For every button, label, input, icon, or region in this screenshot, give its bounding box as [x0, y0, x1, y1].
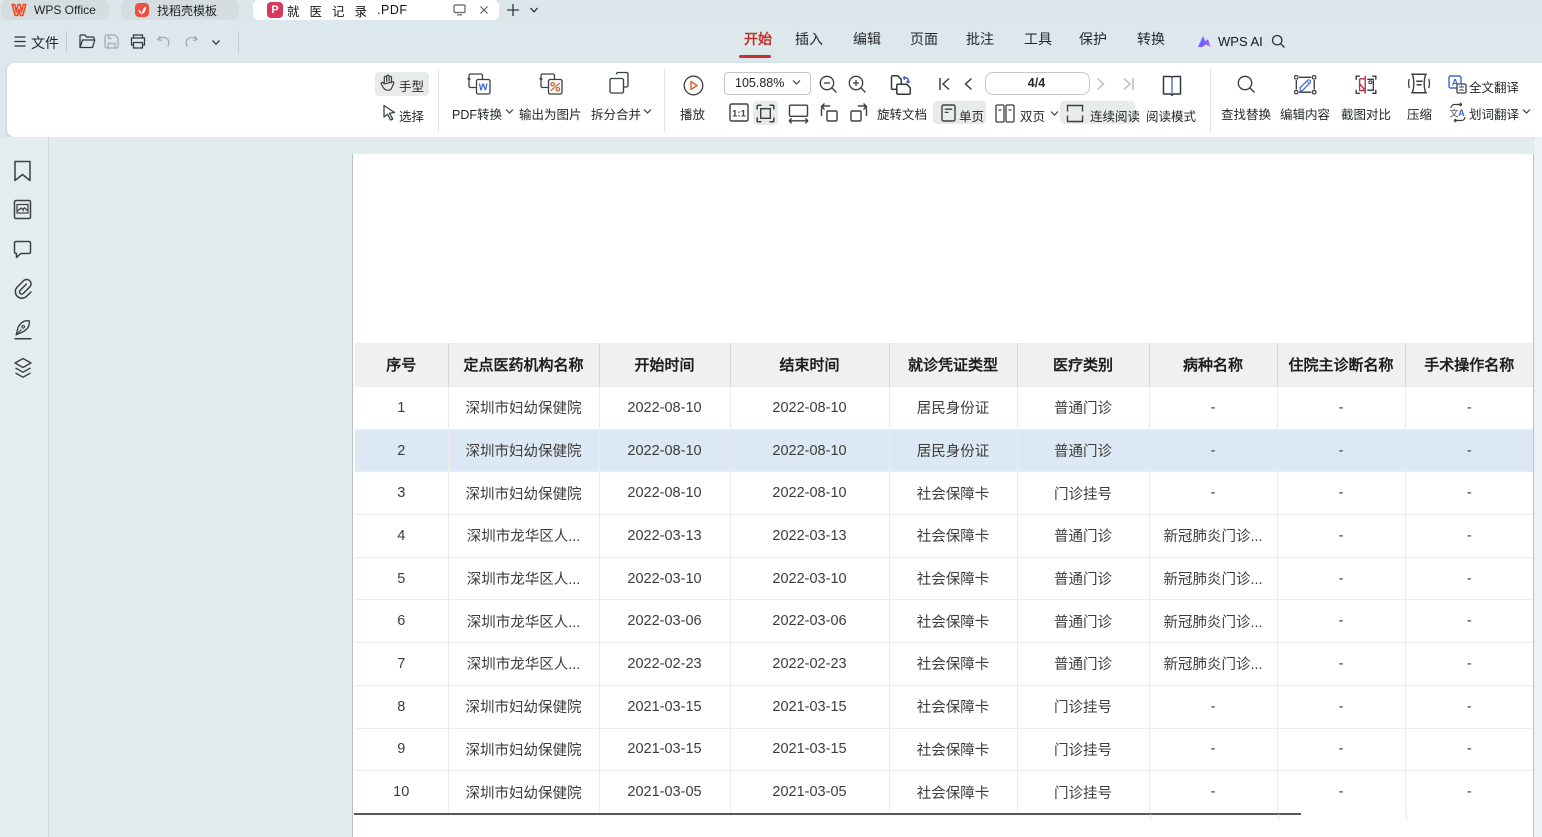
svg-text:A: A — [1458, 108, 1465, 118]
svg-text:文: 文 — [1449, 108, 1458, 119]
svg-text:1:1: 1:1 — [732, 108, 746, 119]
